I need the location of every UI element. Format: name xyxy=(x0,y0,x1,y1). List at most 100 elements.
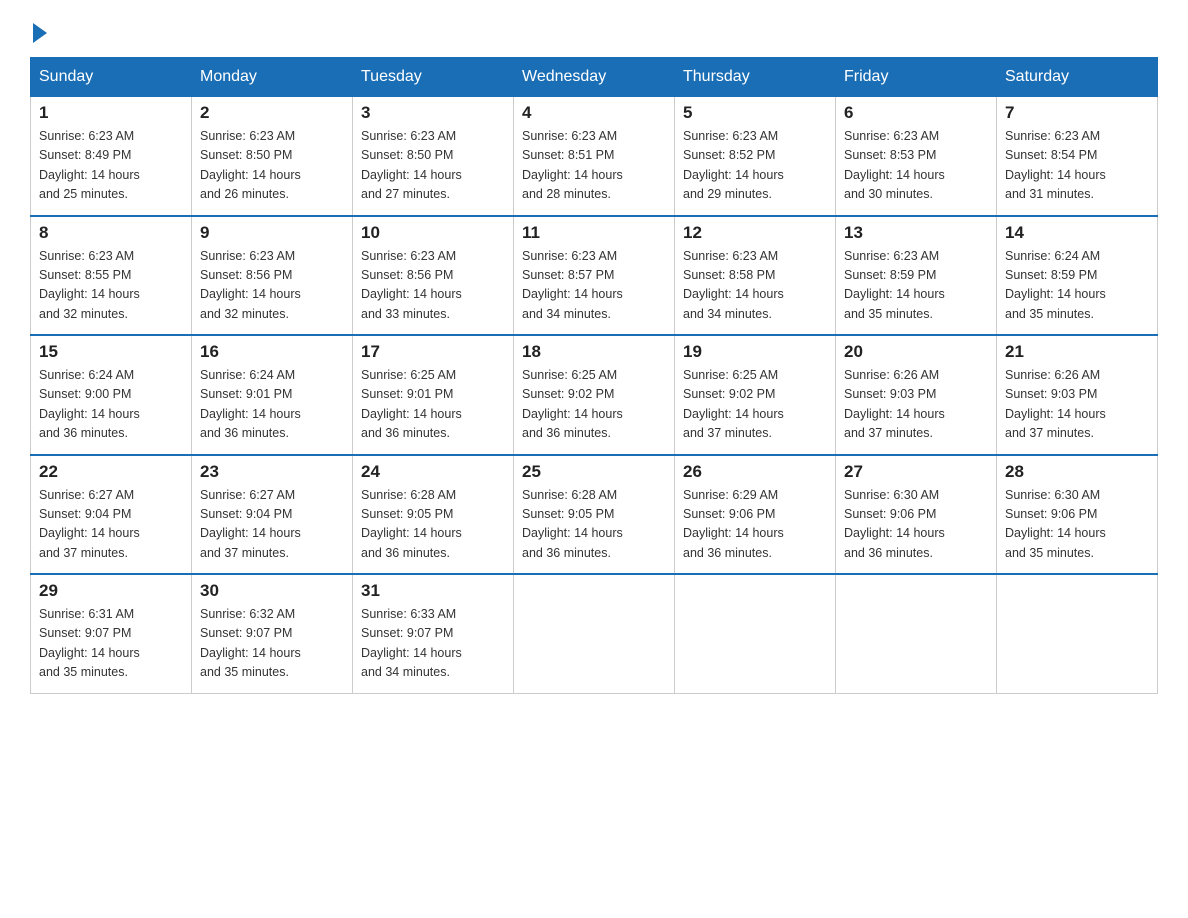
calendar-cell xyxy=(997,574,1158,693)
calendar-cell: 27 Sunrise: 6:30 AMSunset: 9:06 PMDaylig… xyxy=(836,455,997,575)
day-number: 14 xyxy=(1005,223,1149,243)
day-info: Sunrise: 6:30 AMSunset: 9:06 PMDaylight:… xyxy=(1005,486,1149,564)
calendar-cell: 17 Sunrise: 6:25 AMSunset: 9:01 PMDaylig… xyxy=(353,335,514,455)
day-info: Sunrise: 6:25 AMSunset: 9:02 PMDaylight:… xyxy=(683,366,827,444)
day-info: Sunrise: 6:27 AMSunset: 9:04 PMDaylight:… xyxy=(39,486,183,564)
day-info: Sunrise: 6:23 AMSunset: 8:53 PMDaylight:… xyxy=(844,127,988,205)
day-info: Sunrise: 6:27 AMSunset: 9:04 PMDaylight:… xyxy=(200,486,344,564)
day-info: Sunrise: 6:23 AMSunset: 8:56 PMDaylight:… xyxy=(200,247,344,325)
day-number: 24 xyxy=(361,462,505,482)
day-number: 21 xyxy=(1005,342,1149,362)
day-info: Sunrise: 6:23 AMSunset: 8:51 PMDaylight:… xyxy=(522,127,666,205)
day-number: 5 xyxy=(683,103,827,123)
calendar-header-row: SundayMondayTuesdayWednesdayThursdayFrid… xyxy=(31,58,1158,97)
calendar-cell: 16 Sunrise: 6:24 AMSunset: 9:01 PMDaylig… xyxy=(192,335,353,455)
week-row-2: 8 Sunrise: 6:23 AMSunset: 8:55 PMDayligh… xyxy=(31,216,1158,336)
header-saturday: Saturday xyxy=(997,58,1158,97)
day-info: Sunrise: 6:24 AMSunset: 9:00 PMDaylight:… xyxy=(39,366,183,444)
day-info: Sunrise: 6:23 AMSunset: 8:50 PMDaylight:… xyxy=(361,127,505,205)
calendar-cell: 18 Sunrise: 6:25 AMSunset: 9:02 PMDaylig… xyxy=(514,335,675,455)
day-info: Sunrise: 6:23 AMSunset: 8:50 PMDaylight:… xyxy=(200,127,344,205)
day-info: Sunrise: 6:32 AMSunset: 9:07 PMDaylight:… xyxy=(200,605,344,683)
day-number: 31 xyxy=(361,581,505,601)
calendar-cell: 5 Sunrise: 6:23 AMSunset: 8:52 PMDayligh… xyxy=(675,97,836,216)
header-monday: Monday xyxy=(192,58,353,97)
day-info: Sunrise: 6:23 AMSunset: 8:56 PMDaylight:… xyxy=(361,247,505,325)
page-header xyxy=(30,20,1158,39)
header-tuesday: Tuesday xyxy=(353,58,514,97)
logo xyxy=(30,20,47,39)
day-number: 4 xyxy=(522,103,666,123)
week-row-1: 1 Sunrise: 6:23 AMSunset: 8:49 PMDayligh… xyxy=(31,97,1158,216)
calendar-cell: 14 Sunrise: 6:24 AMSunset: 8:59 PMDaylig… xyxy=(997,216,1158,336)
calendar-table: SundayMondayTuesdayWednesdayThursdayFrid… xyxy=(30,57,1158,694)
calendar-cell: 2 Sunrise: 6:23 AMSunset: 8:50 PMDayligh… xyxy=(192,97,353,216)
day-info: Sunrise: 6:23 AMSunset: 8:58 PMDaylight:… xyxy=(683,247,827,325)
calendar-cell: 8 Sunrise: 6:23 AMSunset: 8:55 PMDayligh… xyxy=(31,216,192,336)
calendar-cell: 7 Sunrise: 6:23 AMSunset: 8:54 PMDayligh… xyxy=(997,97,1158,216)
calendar-cell: 13 Sunrise: 6:23 AMSunset: 8:59 PMDaylig… xyxy=(836,216,997,336)
calendar-cell: 15 Sunrise: 6:24 AMSunset: 9:00 PMDaylig… xyxy=(31,335,192,455)
day-number: 10 xyxy=(361,223,505,243)
calendar-cell: 25 Sunrise: 6:28 AMSunset: 9:05 PMDaylig… xyxy=(514,455,675,575)
header-friday: Friday xyxy=(836,58,997,97)
day-number: 30 xyxy=(200,581,344,601)
day-number: 9 xyxy=(200,223,344,243)
day-number: 25 xyxy=(522,462,666,482)
calendar-cell xyxy=(836,574,997,693)
day-number: 20 xyxy=(844,342,988,362)
day-number: 26 xyxy=(683,462,827,482)
calendar-cell: 19 Sunrise: 6:25 AMSunset: 9:02 PMDaylig… xyxy=(675,335,836,455)
day-info: Sunrise: 6:31 AMSunset: 9:07 PMDaylight:… xyxy=(39,605,183,683)
calendar-cell: 12 Sunrise: 6:23 AMSunset: 8:58 PMDaylig… xyxy=(675,216,836,336)
day-number: 27 xyxy=(844,462,988,482)
calendar-cell: 29 Sunrise: 6:31 AMSunset: 9:07 PMDaylig… xyxy=(31,574,192,693)
calendar-cell: 20 Sunrise: 6:26 AMSunset: 9:03 PMDaylig… xyxy=(836,335,997,455)
day-info: Sunrise: 6:23 AMSunset: 8:55 PMDaylight:… xyxy=(39,247,183,325)
day-number: 8 xyxy=(39,223,183,243)
logo-arrow-icon xyxy=(33,23,47,43)
calendar-cell: 21 Sunrise: 6:26 AMSunset: 9:03 PMDaylig… xyxy=(997,335,1158,455)
day-number: 16 xyxy=(200,342,344,362)
day-info: Sunrise: 6:26 AMSunset: 9:03 PMDaylight:… xyxy=(844,366,988,444)
day-info: Sunrise: 6:23 AMSunset: 8:49 PMDaylight:… xyxy=(39,127,183,205)
day-number: 1 xyxy=(39,103,183,123)
calendar-cell xyxy=(675,574,836,693)
day-number: 23 xyxy=(200,462,344,482)
day-number: 18 xyxy=(522,342,666,362)
calendar-cell: 30 Sunrise: 6:32 AMSunset: 9:07 PMDaylig… xyxy=(192,574,353,693)
day-info: Sunrise: 6:28 AMSunset: 9:05 PMDaylight:… xyxy=(522,486,666,564)
calendar-cell: 31 Sunrise: 6:33 AMSunset: 9:07 PMDaylig… xyxy=(353,574,514,693)
header-wednesday: Wednesday xyxy=(514,58,675,97)
day-number: 12 xyxy=(683,223,827,243)
calendar-cell: 26 Sunrise: 6:29 AMSunset: 9:06 PMDaylig… xyxy=(675,455,836,575)
day-info: Sunrise: 6:23 AMSunset: 8:52 PMDaylight:… xyxy=(683,127,827,205)
calendar-cell: 3 Sunrise: 6:23 AMSunset: 8:50 PMDayligh… xyxy=(353,97,514,216)
header-thursday: Thursday xyxy=(675,58,836,97)
week-row-5: 29 Sunrise: 6:31 AMSunset: 9:07 PMDaylig… xyxy=(31,574,1158,693)
calendar-cell: 11 Sunrise: 6:23 AMSunset: 8:57 PMDaylig… xyxy=(514,216,675,336)
calendar-cell: 28 Sunrise: 6:30 AMSunset: 9:06 PMDaylig… xyxy=(997,455,1158,575)
calendar-cell: 6 Sunrise: 6:23 AMSunset: 8:53 PMDayligh… xyxy=(836,97,997,216)
day-info: Sunrise: 6:24 AMSunset: 9:01 PMDaylight:… xyxy=(200,366,344,444)
day-info: Sunrise: 6:23 AMSunset: 8:57 PMDaylight:… xyxy=(522,247,666,325)
day-number: 2 xyxy=(200,103,344,123)
day-info: Sunrise: 6:33 AMSunset: 9:07 PMDaylight:… xyxy=(361,605,505,683)
calendar-cell: 23 Sunrise: 6:27 AMSunset: 9:04 PMDaylig… xyxy=(192,455,353,575)
day-info: Sunrise: 6:24 AMSunset: 8:59 PMDaylight:… xyxy=(1005,247,1149,325)
day-info: Sunrise: 6:25 AMSunset: 9:02 PMDaylight:… xyxy=(522,366,666,444)
day-number: 29 xyxy=(39,581,183,601)
week-row-3: 15 Sunrise: 6:24 AMSunset: 9:00 PMDaylig… xyxy=(31,335,1158,455)
calendar-cell: 9 Sunrise: 6:23 AMSunset: 8:56 PMDayligh… xyxy=(192,216,353,336)
day-info: Sunrise: 6:23 AMSunset: 8:54 PMDaylight:… xyxy=(1005,127,1149,205)
calendar-cell: 24 Sunrise: 6:28 AMSunset: 9:05 PMDaylig… xyxy=(353,455,514,575)
day-number: 19 xyxy=(683,342,827,362)
day-info: Sunrise: 6:29 AMSunset: 9:06 PMDaylight:… xyxy=(683,486,827,564)
calendar-cell: 1 Sunrise: 6:23 AMSunset: 8:49 PMDayligh… xyxy=(31,97,192,216)
day-info: Sunrise: 6:26 AMSunset: 9:03 PMDaylight:… xyxy=(1005,366,1149,444)
calendar-cell: 22 Sunrise: 6:27 AMSunset: 9:04 PMDaylig… xyxy=(31,455,192,575)
day-number: 6 xyxy=(844,103,988,123)
week-row-4: 22 Sunrise: 6:27 AMSunset: 9:04 PMDaylig… xyxy=(31,455,1158,575)
day-info: Sunrise: 6:28 AMSunset: 9:05 PMDaylight:… xyxy=(361,486,505,564)
day-number: 22 xyxy=(39,462,183,482)
